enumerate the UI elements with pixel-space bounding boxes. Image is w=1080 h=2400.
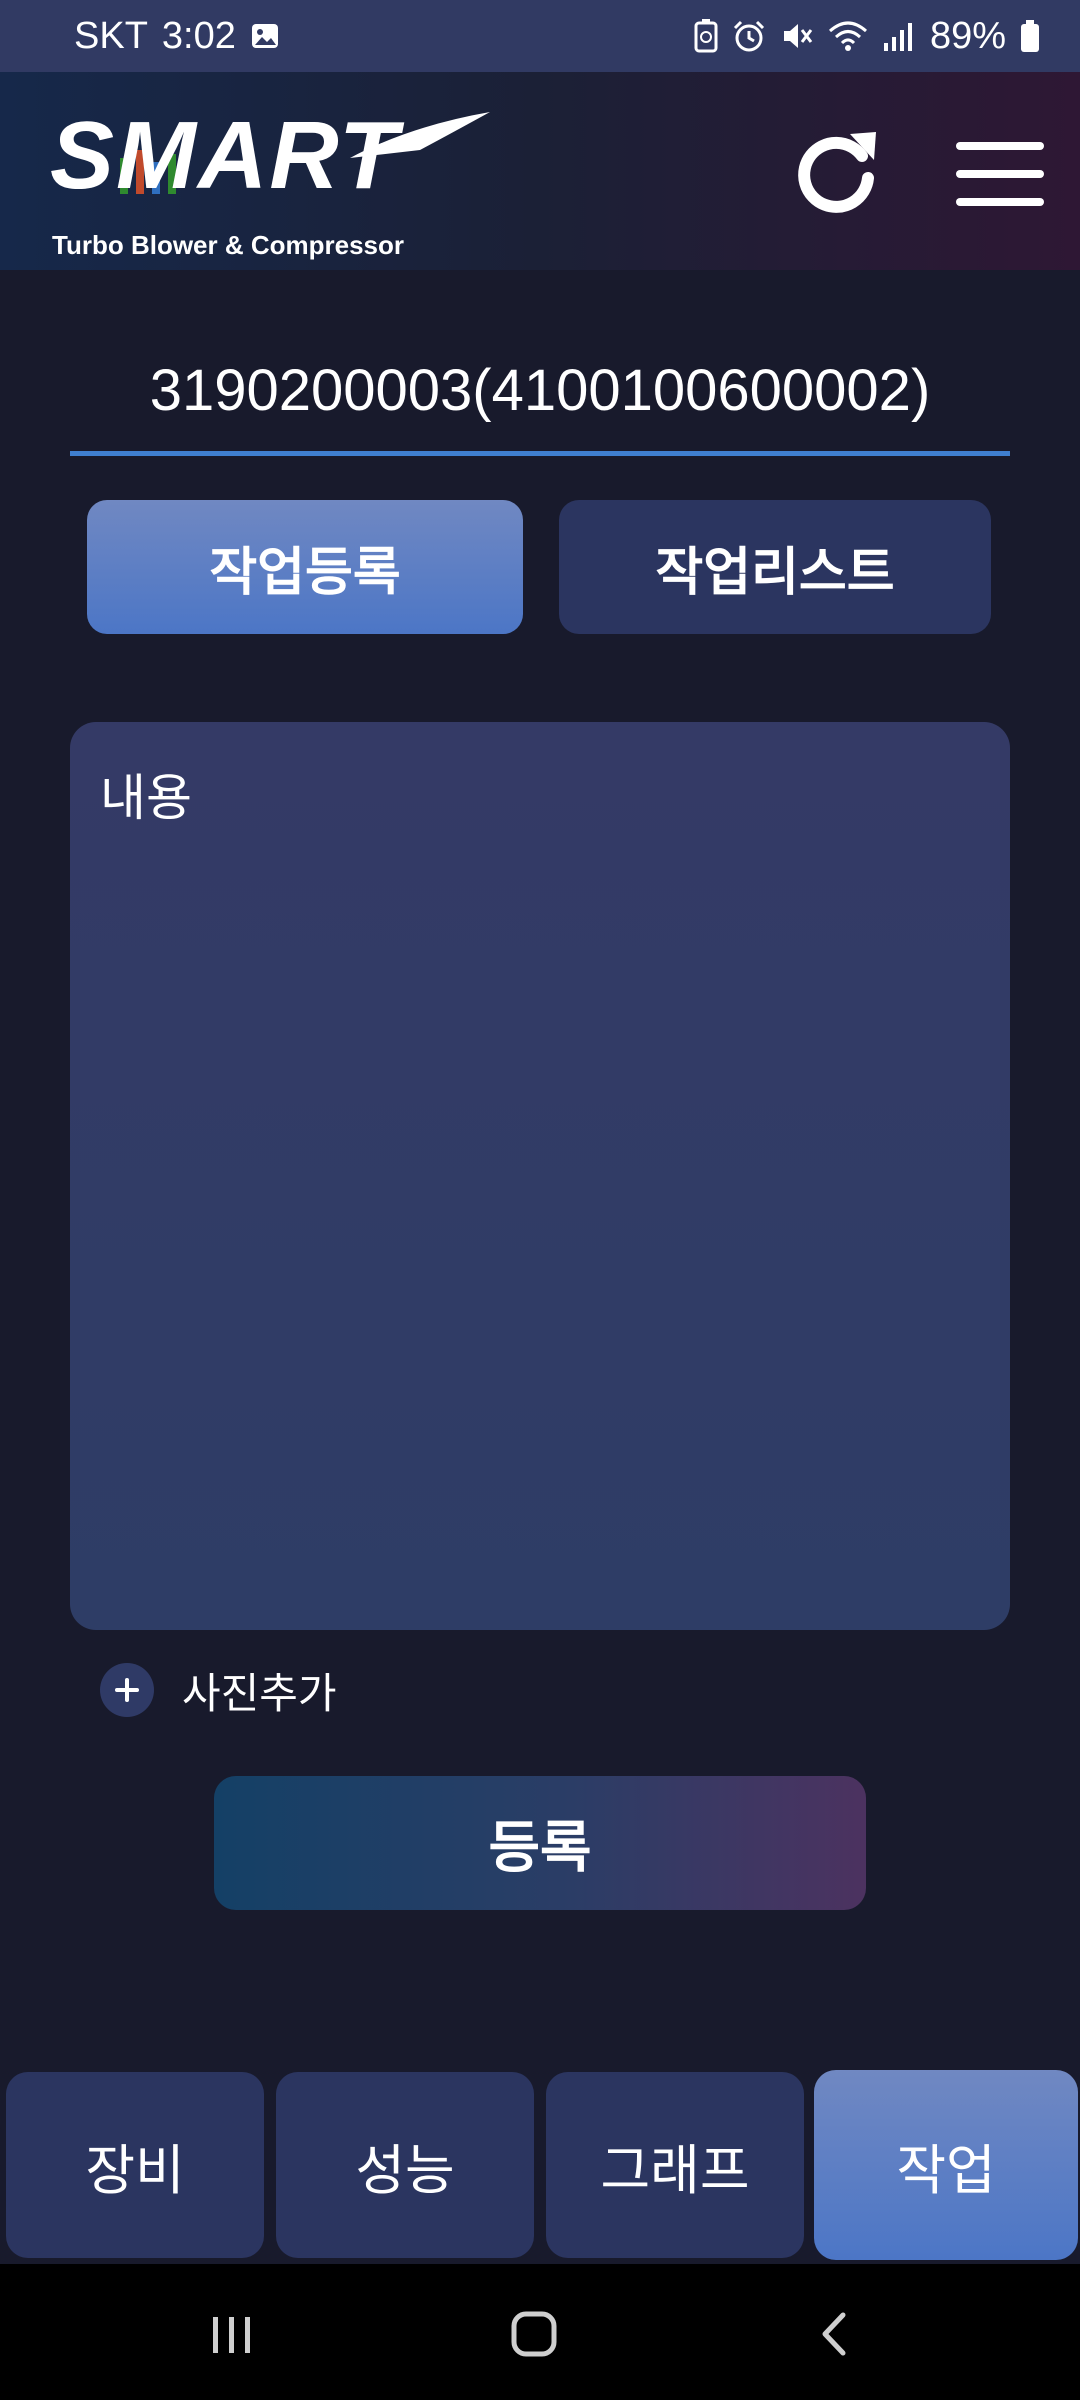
menu-line [956, 198, 1044, 206]
status-right: 89% [694, 15, 1040, 58]
nav-equipment[interactable]: 장비 [6, 2072, 264, 2258]
status-left: SKT 3:02 [74, 15, 280, 58]
battery-icon [1020, 19, 1040, 53]
nav-work[interactable]: 작업 [814, 2070, 1078, 2260]
hamburger-menu-button[interactable] [950, 132, 1050, 216]
carrier-label: SKT [74, 14, 148, 57]
smart-logo: SMART Turbo Blower & Compressor [50, 106, 500, 266]
battery-saver-icon [694, 19, 718, 53]
battery-percent: 89% [929, 14, 1006, 57]
tab-work-list[interactable]: 작업리스트 [559, 500, 991, 634]
menu-line [956, 170, 1044, 178]
content-textarea[interactable] [70, 722, 1010, 1630]
app-header: SMART Turbo Blower & Compressor [0, 72, 1080, 270]
refresh-icon [798, 132, 876, 213]
alarm-icon [732, 19, 766, 53]
home-icon [511, 2311, 557, 2357]
add-photo-label: 사진추가 [182, 1668, 337, 1718]
nav-graph[interactable]: 그래프 [546, 2072, 804, 2258]
wifi-icon [828, 19, 868, 53]
plus-circle-icon [100, 1663, 154, 1717]
register-submit-button[interactable]: 등록 [214, 1776, 866, 1910]
back-icon [822, 2312, 846, 2356]
image-icon [250, 21, 280, 51]
recent-apps-button[interactable] [192, 2294, 272, 2374]
nav-performance[interactable]: 성능 [276, 2072, 534, 2258]
menu-line [956, 142, 1044, 150]
clock: 3:02 [161, 14, 236, 57]
tab-work-register[interactable]: 작업등록 [87, 500, 523, 634]
system-nav-bar [0, 2264, 1080, 2400]
logo-subtitle: Turbo Blower & Compressor [52, 230, 405, 260]
bottom-nav: 장비 성능 그래프 작업 [0, 2070, 1080, 2262]
status-bar: SKT 3:02 89% [0, 0, 1080, 72]
signal-icon [882, 19, 916, 53]
home-button[interactable] [494, 2294, 574, 2374]
refresh-button[interactable] [790, 126, 884, 220]
back-button[interactable] [796, 2294, 876, 2374]
add-photo-button[interactable]: 사진추가 [100, 1662, 337, 1718]
mute-icon [780, 19, 814, 53]
recent-apps-icon [213, 2317, 250, 2353]
device-id-field: 3190200003(4100100600002) [70, 330, 1010, 456]
logo-wordmark: SMART [50, 102, 400, 209]
content-area [70, 722, 1010, 1630]
